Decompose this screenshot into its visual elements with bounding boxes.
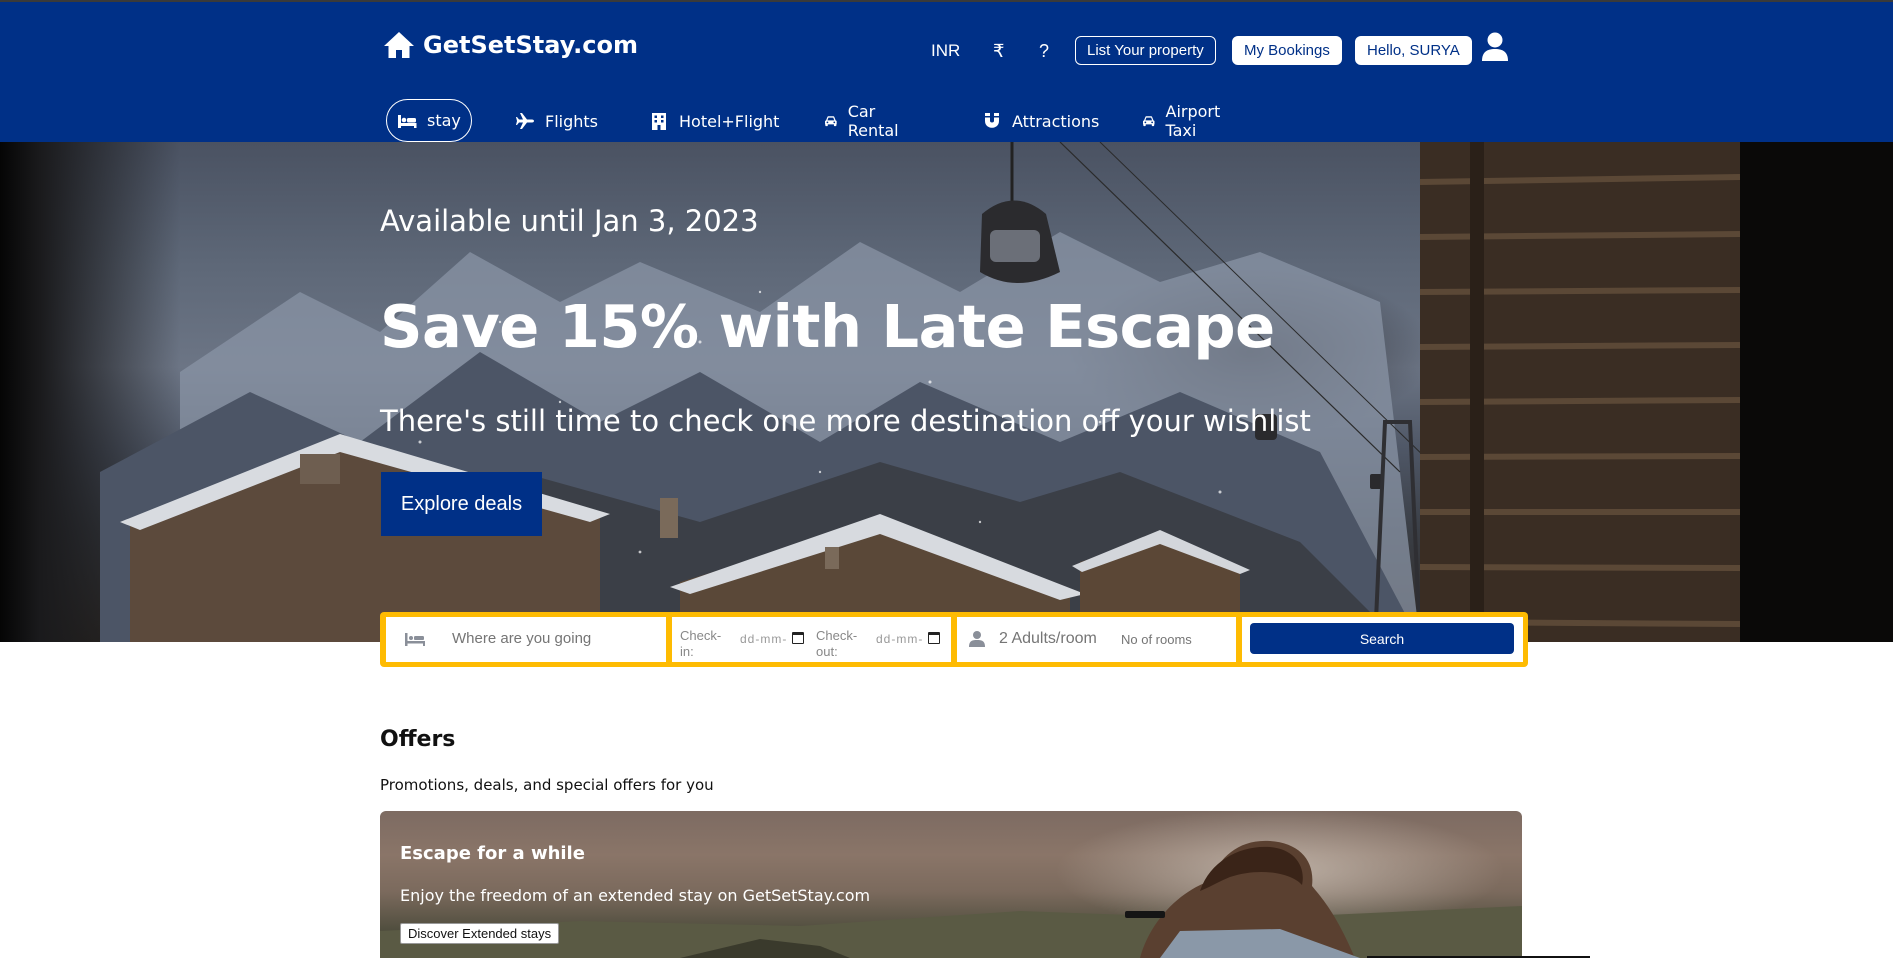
tab-stay[interactable]: stay — [386, 99, 472, 142]
offer-card[interactable]: Escape for a while Enjoy the freedom of … — [380, 811, 1522, 958]
rooms-input[interactable] — [1121, 632, 1221, 647]
user-icon[interactable] — [1482, 32, 1508, 62]
plane-icon — [516, 113, 534, 129]
destination-input[interactable] — [452, 630, 652, 647]
search-bar: Check-in: dd-mm- Check-out: dd-mm- Searc… — [380, 612, 1528, 667]
offer-card-text: Enjoy the freedom of an extended stay on… — [400, 886, 871, 905]
search-button[interactable]: Search — [1250, 623, 1514, 654]
checkout-input[interactable]: dd-mm- — [876, 632, 923, 646]
tab-hotel-flight[interactable]: Hotel+Flight — [649, 99, 779, 143]
tab-attractions[interactable]: Attractions — [982, 99, 1099, 143]
tab-label: Car Rental — [847, 102, 899, 140]
checkin-label: Check-in: — [680, 628, 722, 659]
guests-field — [957, 617, 1236, 662]
tab-flights[interactable]: Flights — [515, 99, 598, 143]
rupee-icon: ₹ — [993, 40, 1005, 61]
my-bookings-button[interactable]: My Bookings — [1232, 36, 1342, 65]
discover-extended-stays-button[interactable]: Discover Extended stays — [400, 923, 560, 944]
offers-heading: Offers — [380, 727, 456, 752]
guests-input[interactable] — [999, 630, 1111, 648]
tab-label: Airport Taxi — [1165, 102, 1221, 140]
calendar-icon[interactable] — [792, 632, 804, 644]
tab-airport-taxi[interactable]: Airport Taxi — [1142, 99, 1227, 143]
hero-title: Save 15% with Late Escape — [380, 292, 1275, 361]
magnet-icon — [985, 113, 999, 128]
bed-icon — [405, 633, 425, 646]
building-icon — [652, 113, 666, 130]
brand-name: GetSetStay.com — [423, 31, 638, 59]
person-icon — [969, 631, 985, 647]
help-icon: ? — [1039, 40, 1050, 61]
hero-background-image — [100, 142, 1893, 642]
tab-label: Flights — [545, 111, 598, 131]
site-header: GetSetStay.com INR ₹ ? List Your propert… — [0, 0, 1893, 142]
offer-card-title: Escape for a while — [400, 843, 585, 864]
car-icon — [825, 116, 837, 127]
list-property-button[interactable]: List Your property — [1075, 36, 1216, 65]
hero-banner: Available until Jan 3, 2023 Save 15% wit… — [0, 142, 1893, 642]
hero-availability: Available until Jan 3, 2023 — [380, 204, 759, 238]
taxi-icon — [1143, 116, 1155, 127]
tab-car-rental[interactable]: Car Rental — [824, 99, 905, 143]
checkout-label: Check-out: — [816, 628, 858, 659]
currency-symbol-button[interactable]: ₹ — [993, 36, 1004, 66]
home-icon — [384, 32, 414, 58]
checkin-input[interactable]: dd-mm- — [740, 632, 787, 646]
brand-logo[interactable]: GetSetStay.com — [383, 30, 638, 60]
bed-icon — [398, 114, 417, 128]
help-button[interactable]: ? — [1039, 36, 1049, 66]
date-range-field: Check-in: dd-mm- Check-out: dd-mm- — [672, 617, 951, 662]
destination-field[interactable] — [386, 617, 666, 662]
hero-subtitle: There's still time to check one more des… — [380, 404, 1311, 438]
explore-deals-button[interactable]: Explore deals — [381, 472, 542, 536]
currency-selector[interactable]: INR — [931, 36, 960, 66]
calendar-icon[interactable] — [928, 632, 940, 644]
user-greeting-button[interactable]: Hello, SURYA — [1355, 36, 1472, 65]
tab-label: Hotel+Flight — [679, 111, 780, 131]
tab-label: Attractions — [1012, 111, 1100, 131]
currency-code: INR — [931, 41, 961, 60]
offers-subheading: Promotions, deals, and special offers fo… — [380, 776, 714, 794]
search-button-wrap: Search — [1242, 617, 1523, 662]
tab-label: stay — [427, 111, 461, 130]
